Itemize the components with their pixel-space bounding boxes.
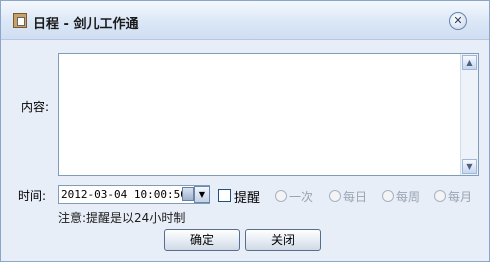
repeat-daily-label: 每日: [343, 190, 368, 204]
repeat-weekly-label: 每周: [396, 190, 421, 204]
ok-button[interactable]: 确定: [164, 229, 240, 251]
arrow-up-icon[interactable]: ▲: [462, 55, 477, 70]
arrow-down-icon[interactable]: ▼: [462, 159, 477, 174]
time-label: 时间:: [18, 189, 47, 203]
calendar-icon[interactable]: [182, 187, 194, 201]
close-icon[interactable]: ✕: [449, 12, 467, 30]
repeat-once-radio[interactable]: [275, 190, 287, 202]
remind-checkbox[interactable]: [218, 189, 231, 202]
repeat-monthly-label: 每月: [448, 190, 473, 204]
chevron-down-icon[interactable]: ▼: [194, 186, 210, 203]
calendar-note-icon: [13, 13, 27, 28]
content-textarea[interactable]: ▲ ▼: [58, 53, 479, 176]
schedule-dialog: 日程 - 剑儿工作通 ✕ 内容: ▲ ▼ 时间: 2012-03-04 10:0…: [0, 0, 490, 262]
repeat-daily-radio[interactable]: [329, 190, 341, 202]
title-bar[interactable]: 日程 - 剑儿工作通 ✕: [1, 1, 489, 40]
content-label: 内容:: [21, 100, 50, 114]
repeat-weekly-radio[interactable]: [382, 190, 394, 202]
time-format-note: 注意:提醒是以24小时制: [58, 211, 186, 225]
window-title: 日程 - 剑儿工作通: [33, 17, 139, 32]
remind-label: 提醒: [234, 191, 261, 206]
repeat-monthly-radio[interactable]: [434, 190, 446, 202]
textarea-scrollbar[interactable]: ▲ ▼: [460, 54, 478, 175]
repeat-once-label: 一次: [289, 190, 314, 204]
close-button[interactable]: 关闭: [245, 229, 321, 251]
